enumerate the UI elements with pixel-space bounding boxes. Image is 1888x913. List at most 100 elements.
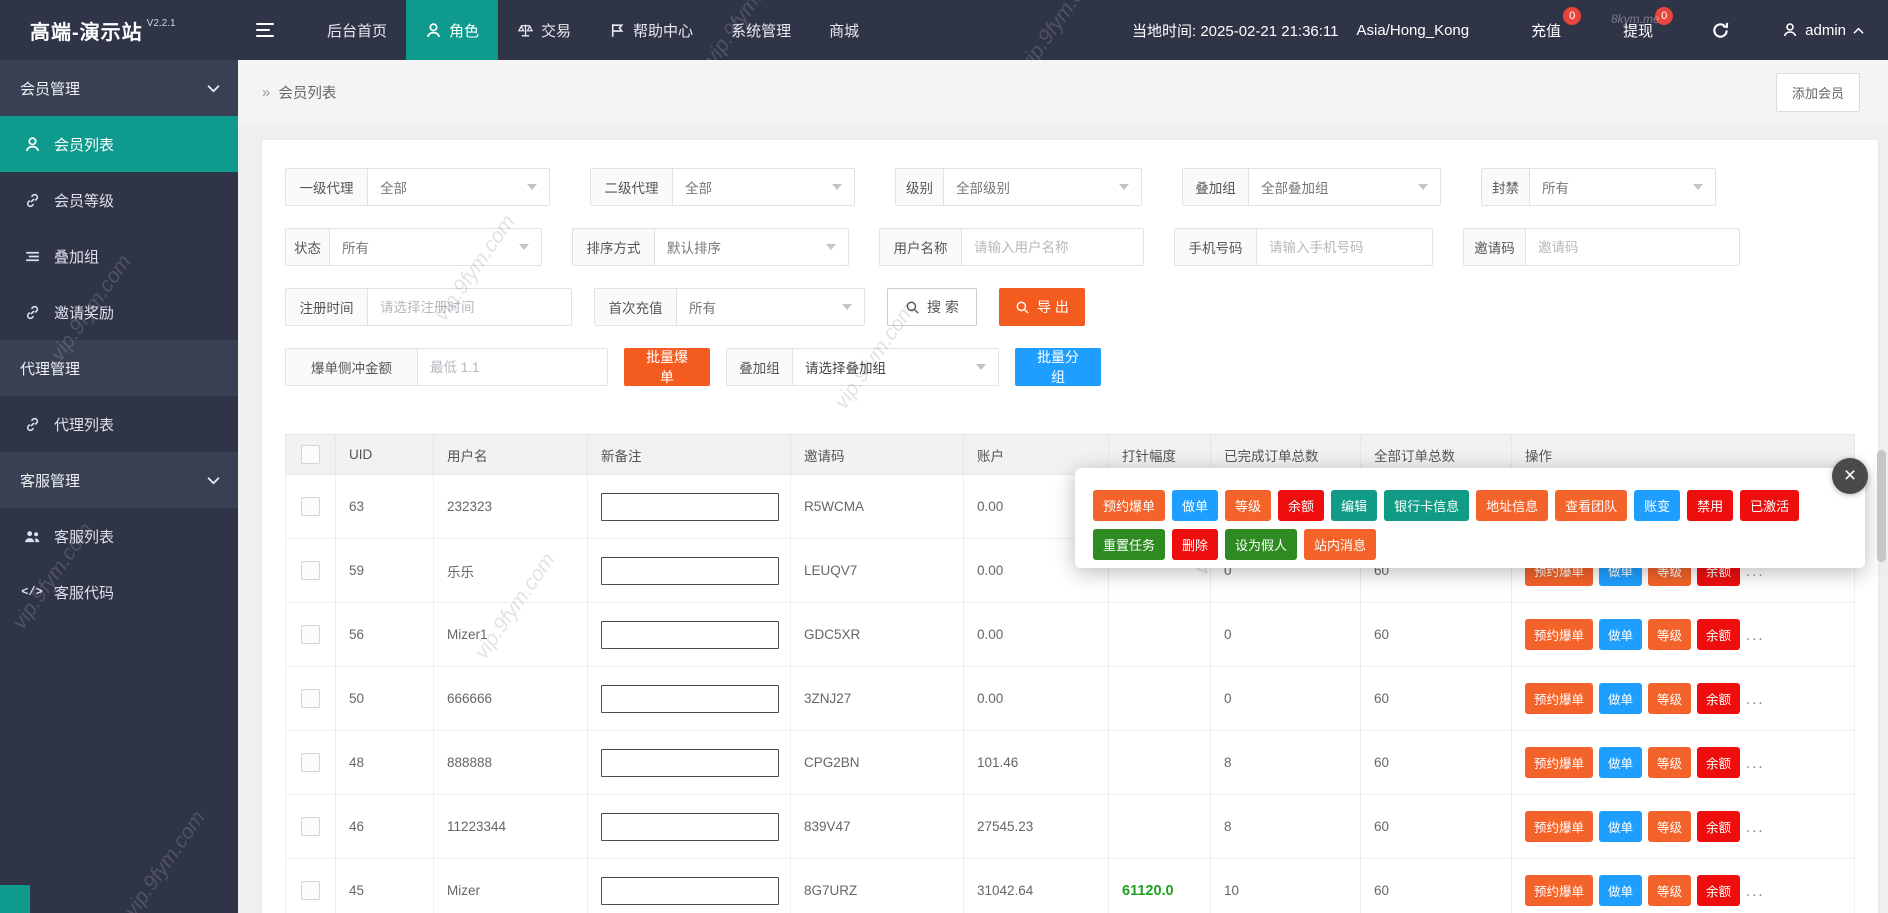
filter-text-input[interactable] — [418, 349, 607, 385]
row-action-orange-button[interactable]: 等级 — [1648, 875, 1691, 906]
sidebar-toggle-icon[interactable] — [256, 23, 280, 37]
popup-action-button[interactable]: 删除 — [1172, 529, 1218, 560]
sidebar-item-8[interactable]: 客服管理 — [0, 452, 238, 508]
popup-action-button[interactable]: 查看团队 — [1555, 490, 1627, 521]
popup-action-button[interactable]: 等级 — [1225, 490, 1271, 521]
more-actions[interactable]: ... — [1746, 755, 1765, 772]
row-checkbox[interactable] — [301, 881, 320, 900]
batch-group-button[interactable]: 批量分组 — [1015, 348, 1101, 386]
sidebar-item-2[interactable]: 会员列表 — [0, 116, 238, 172]
more-actions[interactable]: ... — [1746, 691, 1765, 708]
sidebar-item-label: 会员列表 — [54, 134, 114, 155]
row-action-orange-button[interactable]: 等级 — [1648, 747, 1691, 778]
nav-item-5[interactable]: 系统管理 — [712, 0, 810, 60]
sidebar-item-7[interactable]: 代理列表 — [0, 396, 238, 452]
popup-action-button[interactable]: 编辑 — [1331, 490, 1377, 521]
popup-action-button[interactable]: 已激活 — [1740, 490, 1799, 521]
row-checkbox[interactable] — [301, 497, 320, 516]
filter-select-value[interactable]: 全部级别 — [944, 169, 1141, 205]
row-action-blue-button[interactable]: 做单 — [1599, 811, 1642, 842]
filter-text-input[interactable] — [1257, 229, 1432, 265]
row-checkbox[interactable] — [301, 689, 320, 708]
row-action-orange-button[interactable]: 等级 — [1648, 811, 1691, 842]
user-menu[interactable]: admin — [1782, 22, 1864, 39]
export-button[interactable]: 导 出 — [999, 288, 1085, 326]
scrollbar-thumb[interactable] — [1877, 450, 1886, 562]
filter-text-input[interactable] — [1526, 229, 1739, 265]
popup-action-button[interactable]: 账变 — [1634, 490, 1680, 521]
row-action-red-button[interactable]: 余额 — [1697, 811, 1740, 842]
row-checkbox[interactable] — [301, 625, 320, 644]
popup-action-button[interactable]: 余额 — [1278, 490, 1324, 521]
note-input[interactable] — [601, 813, 779, 841]
filter-select-value[interactable]: 所有 — [677, 289, 864, 325]
filter-select-value[interactable]: 所有 — [1530, 169, 1715, 205]
row-action-orange-button[interactable]: 预约爆单 — [1525, 875, 1593, 906]
nav-item-label: 系统管理 — [731, 20, 791, 41]
note-input[interactable] — [601, 877, 779, 905]
sidebar-item-3[interactable]: 会员等级 — [0, 172, 238, 228]
row-action-blue-button[interactable]: 做单 — [1599, 747, 1642, 778]
note-input[interactable] — [601, 621, 779, 649]
row-action-orange-button[interactable]: 预约爆单 — [1525, 747, 1593, 778]
more-actions[interactable]: ... — [1746, 627, 1765, 644]
popup-action-button[interactable]: 重置任务 — [1093, 529, 1165, 560]
nav-item-1[interactable]: 后台首页 — [308, 0, 406, 60]
row-checkbox[interactable] — [301, 753, 320, 772]
nav-item-2[interactable]: 角色 — [406, 0, 498, 60]
note-input[interactable] — [601, 749, 779, 777]
popup-close-button[interactable]: × — [1832, 458, 1868, 494]
popup-action-button[interactable]: 地址信息 — [1476, 490, 1548, 521]
row-action-red-button[interactable]: 余额 — [1697, 683, 1740, 714]
popup-action-button[interactable]: 设为假人 — [1225, 529, 1297, 560]
sidebar-item-4[interactable]: 叠加组 — [0, 228, 238, 284]
row-action-orange-button[interactable]: 预约爆单 — [1525, 683, 1593, 714]
nav-item-3[interactable]: 交易 — [498, 0, 590, 60]
row-action-orange-button[interactable]: 预约爆单 — [1525, 619, 1593, 650]
note-input[interactable] — [601, 493, 779, 521]
popup-action-button[interactable]: 做单 — [1172, 490, 1218, 521]
filter-select-value[interactable]: 所有 — [330, 229, 541, 265]
note-input[interactable] — [601, 685, 779, 713]
row-action-red-button[interactable]: 余额 — [1697, 619, 1740, 650]
sidebar-item-5[interactable]: 邀请奖励 — [0, 284, 238, 340]
recharge-link[interactable]: 充值 0 — [1531, 20, 1561, 41]
nav-item-6[interactable]: 商城 — [810, 0, 878, 60]
filter-select-value[interactable]: 请选择叠加组 — [793, 349, 998, 385]
filter-select-value[interactable]: 全部 — [368, 169, 549, 205]
row-action-red-button[interactable]: 余额 — [1697, 875, 1740, 906]
popup-action-button[interactable]: 禁用 — [1687, 490, 1733, 521]
add-member-button[interactable]: 添加会员 — [1776, 73, 1860, 112]
search-button[interactable]: 搜 索 — [887, 288, 977, 326]
filter-select-value[interactable]: 默认排序 — [655, 229, 848, 265]
popup-action-button[interactable]: 站内消息 — [1304, 529, 1376, 560]
more-actions[interactable]: ... — [1746, 819, 1765, 836]
more-actions[interactable]: ... — [1746, 883, 1765, 900]
refresh-icon[interactable] — [1711, 21, 1730, 40]
select-all-checkbox[interactable] — [301, 445, 320, 464]
sidebar-item-1[interactable]: 会员管理 — [0, 60, 238, 116]
popup-action-button[interactable]: 预约爆单 — [1093, 490, 1165, 521]
sidebar-item-9[interactable]: 客服列表 — [0, 508, 238, 564]
row-action-blue-button[interactable]: 做单 — [1599, 683, 1642, 714]
filter-text-input[interactable] — [962, 229, 1143, 265]
row-action-orange-button[interactable]: 等级 — [1648, 619, 1691, 650]
row-action-orange-button[interactable]: 预约爆单 — [1525, 811, 1593, 842]
batch-burst-button[interactable]: 批量爆单 — [624, 348, 710, 386]
withdraw-link[interactable]: 提现 0 — [1623, 20, 1653, 41]
row-action-blue-button[interactable]: 做单 — [1599, 875, 1642, 906]
row-action-blue-button[interactable]: 做单 — [1599, 619, 1642, 650]
sidebar-item-10[interactable]: </>客服代码 — [0, 564, 238, 620]
note-input[interactable] — [601, 557, 779, 585]
filter-select-value[interactable]: 全部叠加组 — [1249, 169, 1440, 205]
row-checkbox[interactable] — [301, 561, 320, 580]
row-action-red-button[interactable]: 余额 — [1697, 747, 1740, 778]
sidebar-item-6[interactable]: 代理管理 — [0, 340, 238, 396]
nav-item-4[interactable]: 帮助中心 — [590, 0, 712, 60]
row-checkbox[interactable] — [301, 817, 320, 836]
filter-select-value[interactable]: 全部 — [673, 169, 854, 205]
popup-action-button[interactable]: 银行卡信息 — [1384, 490, 1469, 521]
row-action-orange-button[interactable]: 等级 — [1648, 683, 1691, 714]
filter-text-input[interactable] — [368, 289, 571, 325]
timezone-selector[interactable]: Asia/Hong_Kong — [1357, 22, 1470, 39]
